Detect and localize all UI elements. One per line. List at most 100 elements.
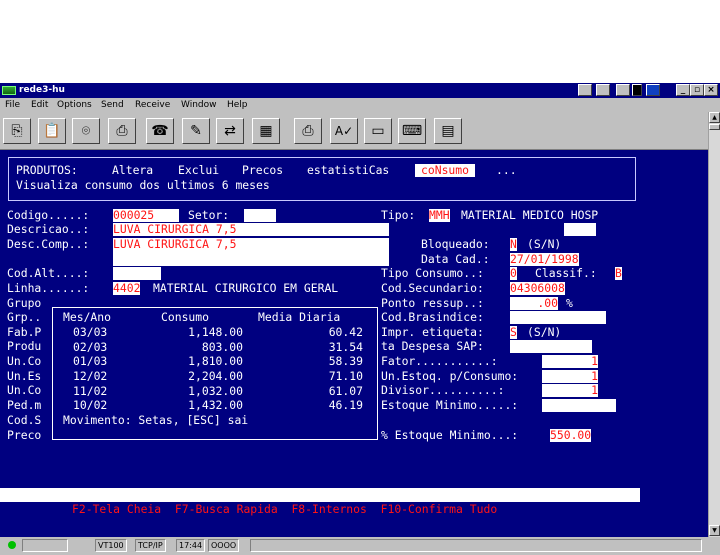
pontoressup-field[interactable]: .00 xyxy=(510,297,558,310)
pontoressup-label: Ponto ressup..: xyxy=(381,296,484,310)
bloqueado-field[interactable]: N xyxy=(510,238,517,251)
setor-field[interactable] xyxy=(244,209,276,222)
vertical-scrollbar[interactable]: ▲ ▼ xyxy=(708,112,720,537)
status-time: 17:44 xyxy=(176,539,206,552)
linha-label: Linha......: xyxy=(7,281,90,295)
label-pedm: Ped.m xyxy=(7,398,42,412)
paste-icon[interactable]: 📋 xyxy=(38,118,66,144)
tray-icon-1[interactable] xyxy=(578,84,592,96)
scroll-down-button[interactable]: ▼ xyxy=(709,525,720,536)
tipo-extra-field[interactable] xyxy=(564,223,596,236)
codsec-field[interactable]: 04306008 xyxy=(510,282,565,295)
tray-icon-2[interactable] xyxy=(596,84,610,96)
col-mes-header: Mes/Ano xyxy=(63,310,112,324)
menu-window[interactable]: Window xyxy=(181,98,217,112)
menu-receive[interactable]: Receive xyxy=(135,98,170,112)
datacad-field[interactable]: 27/01/1998 xyxy=(510,253,579,266)
phone-icon[interactable]: ☎ xyxy=(146,118,174,144)
function-keys-text[interactable]: F2-Tela Cheia F7-Busca Rapida F8-Interno… xyxy=(72,502,497,516)
connection-led-icon xyxy=(8,541,16,549)
estoq-label: Un.Estoq. p/Consumo: xyxy=(381,369,519,383)
impr-label: Impr. etiqueta: xyxy=(381,325,484,339)
scroll-thumb[interactable] xyxy=(709,124,720,130)
classif-field[interactable]: B xyxy=(615,267,622,280)
linha-code-field[interactable]: 4402 xyxy=(113,282,141,295)
option-precos[interactable]: Precos xyxy=(242,164,283,177)
terminal-screen[interactable]: PRODUTOS: Altera Exclui Precos estatisti… xyxy=(0,150,708,537)
transfer-icon[interactable]: ⇄ xyxy=(216,118,244,144)
pen-icon[interactable]: ✎ xyxy=(182,118,210,144)
codalt-label: Cod.Alt....: xyxy=(7,266,90,280)
notepad-icon[interactable]: ▤ xyxy=(434,118,462,144)
codigo-field[interactable]: 000025 xyxy=(113,209,179,222)
tray-icon-5[interactable] xyxy=(646,84,660,96)
tray-icon-4[interactable] xyxy=(632,84,642,96)
copy-icon[interactable]: ⎘ xyxy=(3,118,31,144)
menu-file[interactable]: File xyxy=(5,98,20,112)
col-media-header: Media Diaria xyxy=(258,310,341,324)
impr-field[interactable]: S xyxy=(510,326,517,339)
maximize-button[interactable]: ▫ xyxy=(690,84,704,96)
keyboard-icon[interactable]: ⌨ xyxy=(398,118,426,144)
descricao-field[interactable]: LUVA CIRURGICA 7,5 xyxy=(113,223,389,236)
fator-label: Fator...........: xyxy=(381,354,498,368)
tipoconsumo-label: Tipo Consumo..: xyxy=(381,266,484,280)
row-media: 71.10 xyxy=(328,369,363,383)
monitor-icon[interactable]: ▭ xyxy=(364,118,392,144)
bloqueado-hint: (S/N) xyxy=(527,237,562,251)
option-consumo[interactable]: coNsumo xyxy=(415,164,476,177)
pctmin-field[interactable]: 550.00 xyxy=(550,429,592,442)
spellcheck-icon[interactable]: A✓ xyxy=(330,118,358,144)
desccomp-field[interactable]: LUVA CIRURGICA 7,5 xyxy=(113,238,389,266)
row-mes: 11/02 xyxy=(73,384,108,398)
codbras-label: Cod.Brasindice: xyxy=(381,310,484,324)
estmin-field[interactable] xyxy=(542,399,616,412)
menu-send[interactable]: Send xyxy=(101,98,124,112)
menu-help[interactable]: Help xyxy=(227,98,248,112)
tipo-code-field[interactable]: MMH xyxy=(429,209,450,222)
row-media: 31.54 xyxy=(328,340,363,354)
close-button[interactable]: × xyxy=(704,84,718,96)
row-media: 46.19 xyxy=(328,398,363,412)
fator-field[interactable]: 1 xyxy=(542,355,598,368)
datacad-label: Data Cad.: xyxy=(421,252,490,266)
option-estatisticas[interactable]: estatistiCas xyxy=(307,164,389,177)
label-unco-1: Un.Co xyxy=(7,354,42,368)
tray-icon-3[interactable] xyxy=(616,84,630,96)
impr-hint: (S/N) xyxy=(527,325,562,339)
label-produ: Produ xyxy=(7,339,42,353)
divisor-field[interactable]: 1 xyxy=(542,384,598,397)
tipo-label: Tipo: xyxy=(381,208,416,222)
printer-icon[interactable]: ⎙ xyxy=(294,118,322,144)
despesa-field[interactable] xyxy=(510,340,592,353)
status-pane-blank xyxy=(22,539,68,552)
row-mes: 12/02 xyxy=(73,369,108,383)
row-media: 61.07 xyxy=(328,384,363,398)
pontoressup-unit: % xyxy=(566,296,573,310)
option-altera[interactable]: Altera xyxy=(112,164,153,177)
popup-footer: Movimento: Setas, [ESC] sai xyxy=(63,413,249,427)
label-fab: Fab.P xyxy=(7,325,42,339)
tipoconsumo-field[interactable]: 0 xyxy=(510,267,517,280)
scroll-up-button[interactable]: ▲ xyxy=(709,112,720,123)
estoq-field[interactable]: 1 xyxy=(542,370,598,383)
minimize-button[interactable]: _ xyxy=(676,84,690,96)
descricao-label: Descricao..: xyxy=(7,222,90,236)
divisor-label: Divisor..........: xyxy=(381,383,505,397)
row-mes: 01/03 xyxy=(73,354,108,368)
consumo-popup[interactable]: Mes/Ano Consumo Media Diaria 03/03 1,148… xyxy=(52,307,378,440)
toolbar: ⎘ 📋 ⌾ ⎙ ☎ ✎ ⇄ ▦ ⎙ A✓ ▭ ⌨ ▤ xyxy=(0,112,708,150)
codalt-field[interactable] xyxy=(113,267,161,280)
grid-icon[interactable]: ▦ xyxy=(252,118,280,144)
function-keys-bar: F2-Tela Cheia F7-Busca Rapida F8-Interno… xyxy=(0,488,640,516)
print-icon[interactable]: ⎙ xyxy=(108,118,136,144)
camera-icon[interactable]: ⌾ xyxy=(72,118,100,144)
row-mes: 02/03 xyxy=(73,340,108,354)
codbras-field[interactable] xyxy=(510,311,606,324)
menu-edit[interactable]: Edit xyxy=(31,98,48,112)
option-more[interactable]: ... xyxy=(496,164,517,177)
label-cods: Cod.S xyxy=(7,413,42,427)
status-protocol: TCP/IP xyxy=(135,539,166,552)
option-exclui[interactable]: Exclui xyxy=(178,164,219,177)
menu-options[interactable]: Options xyxy=(57,98,92,112)
